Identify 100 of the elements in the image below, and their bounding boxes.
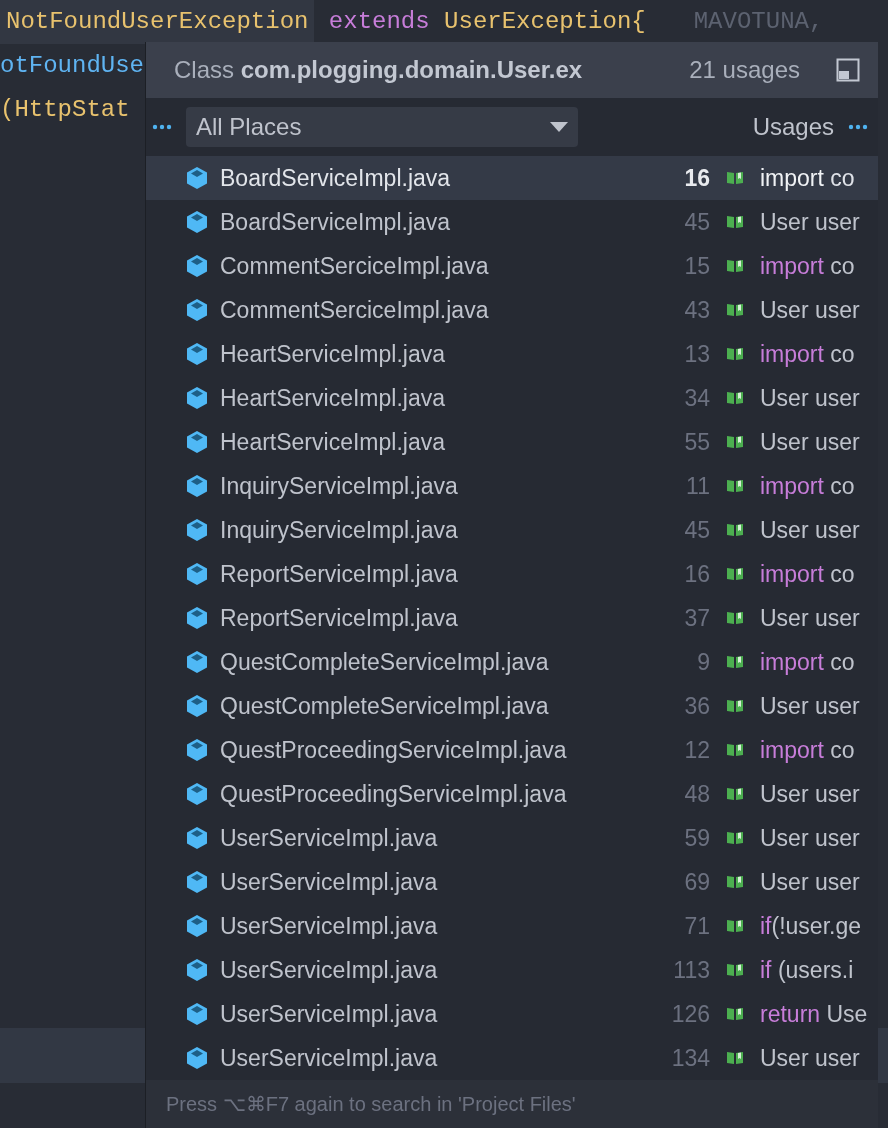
book-icon <box>726 171 744 185</box>
book-icon <box>726 567 744 581</box>
code-snippet: User user <box>760 295 861 325</box>
cube-icon <box>186 870 208 894</box>
usage-row[interactable]: InquiryServiceImpl.java 45 User user <box>146 508 878 552</box>
cube-icon <box>186 958 208 982</box>
file-name: HeartServiceImpl.java <box>220 427 445 457</box>
line-number: 126 <box>671 999 710 1029</box>
cube-icon <box>186 1002 208 1026</box>
file-name: HeartServiceImpl.java <box>220 383 445 413</box>
file-name: UserServiceImpl.java <box>220 867 438 897</box>
line-number: 45 <box>684 515 710 545</box>
more-icon[interactable] <box>848 124 868 130</box>
code-text: (HttpStat <box>0 95 130 125</box>
usage-row[interactable]: ReportServiceImpl.java 37 User user <box>146 596 878 640</box>
file-name: ReportServiceImpl.java <box>220 603 458 633</box>
code-snippet: if (users.i <box>760 955 855 985</box>
more-icon[interactable] <box>152 124 172 130</box>
cube-icon <box>186 650 208 674</box>
footer-hint: Press ⌥⌘F7 again to search in 'Project Files' <box>166 1092 576 1117</box>
code-snippet: import co <box>760 735 856 765</box>
book-icon <box>726 875 744 889</box>
code-text: extends <box>327 7 431 37</box>
cube-icon <box>186 782 208 806</box>
cube-icon <box>186 562 208 586</box>
code-snippet: User user <box>760 207 861 237</box>
usage-row[interactable]: UserServiceImpl.java 69 User user <box>146 860 878 904</box>
line-number: 9 <box>697 647 710 677</box>
usage-row[interactable]: UserServiceImpl.java 71 if(!user.ge <box>146 904 878 948</box>
code-snippet: import co <box>760 471 856 501</box>
file-name: UserServiceImpl.java <box>220 823 438 853</box>
line-number: 55 <box>684 427 710 457</box>
line-number: 16 <box>684 163 710 193</box>
line-number: 45 <box>684 207 710 237</box>
code-snippet: return Use <box>760 999 869 1029</box>
usage-row[interactable]: QuestProceedingServiceImpl.java 12 import co <box>146 728 878 772</box>
usage-row[interactable]: HeartServiceImpl.java 55 User user <box>146 420 878 464</box>
caret-icon <box>550 122 568 132</box>
cube-icon <box>186 518 208 542</box>
book-icon <box>726 303 744 317</box>
line-number: 13 <box>684 339 710 369</box>
usage-row[interactable]: QuestProceedingServiceImpl.java 48 User user <box>146 772 878 816</box>
usage-row[interactable]: UserServiceImpl.java 59 User user <box>146 816 878 860</box>
code-text: NotFoundUserException <box>0 0 315 44</box>
usage-row[interactable]: QuestCompleteServiceImpl.java 36 User user <box>146 684 878 728</box>
file-name: UserServiceImpl.java <box>220 1043 438 1073</box>
file-name: CommentSerciceImpl.java <box>220 295 489 325</box>
cube-icon <box>186 254 208 278</box>
line-number: 15 <box>684 251 710 281</box>
file-name: InquiryServiceImpl.java <box>220 471 458 501</box>
cube-icon <box>186 386 208 410</box>
book-icon <box>726 963 744 977</box>
line-number: 36 <box>684 691 710 721</box>
cube-icon <box>186 738 208 762</box>
cube-icon <box>186 342 208 366</box>
book-icon <box>726 919 744 933</box>
book-icon <box>726 391 744 405</box>
book-icon <box>726 831 744 845</box>
usage-row[interactable]: HeartServiceImpl.java 34 User user <box>146 376 878 420</box>
code-snippet: User user <box>760 603 861 633</box>
book-icon <box>726 435 744 449</box>
book-icon <box>726 347 744 361</box>
line-number: 48 <box>684 779 710 809</box>
code-text: otFoundUse <box>0 51 145 81</box>
usage-row[interactable]: UserServiceImpl.java 126 return Use <box>146 992 878 1036</box>
window-icon[interactable] <box>836 58 860 82</box>
code-snippet: import co <box>760 163 856 193</box>
usage-row[interactable]: BoardServiceImpl.java 45 User user <box>146 200 878 244</box>
usage-row[interactable]: CommentSerciceImpl.java 15 import co <box>146 244 878 288</box>
line-number: 43 <box>684 295 710 325</box>
book-icon <box>726 743 744 757</box>
book-icon <box>726 699 744 713</box>
cube-icon <box>186 166 208 190</box>
scope-dropdown[interactable]: All Places <box>186 107 578 147</box>
code-text: UserException{ <box>444 7 646 37</box>
column-label: Usages <box>752 112 834 142</box>
code-snippet: import co <box>760 559 856 589</box>
usage-row[interactable]: BoardServiceImpl.java 16 import co <box>146 156 878 200</box>
line-number: 134 <box>671 1043 710 1073</box>
book-icon <box>726 611 744 625</box>
usage-row[interactable]: ReportServiceImpl.java 16 import co <box>146 552 878 596</box>
usage-row[interactable]: HeartServiceImpl.java 13 import co <box>146 332 878 376</box>
usage-count: 21 usages <box>689 55 800 85</box>
code-snippet: User user <box>760 823 861 853</box>
usage-row[interactable]: UserServiceImpl.java 134 User user <box>146 1036 878 1080</box>
book-icon <box>726 479 744 493</box>
code-snippet: User user <box>760 515 861 545</box>
code-snippet: if(!user.ge <box>760 911 862 941</box>
book-icon <box>726 787 744 801</box>
book-icon <box>726 655 744 669</box>
usage-row[interactable]: CommentSerciceImpl.java 43 User user <box>146 288 878 332</box>
usage-row[interactable]: QuestCompleteServiceImpl.java 9 import co <box>146 640 878 684</box>
line-number: 113 <box>673 955 710 985</box>
file-name: HeartServiceImpl.java <box>220 339 445 369</box>
cube-icon <box>186 1046 208 1070</box>
book-icon <box>726 1007 744 1021</box>
code-snippet: User user <box>760 1043 861 1073</box>
usage-row[interactable]: InquiryServiceImpl.java 11 import co <box>146 464 878 508</box>
usage-row[interactable]: UserServiceImpl.java 113 if (users.i <box>146 948 878 992</box>
cube-icon <box>186 826 208 850</box>
